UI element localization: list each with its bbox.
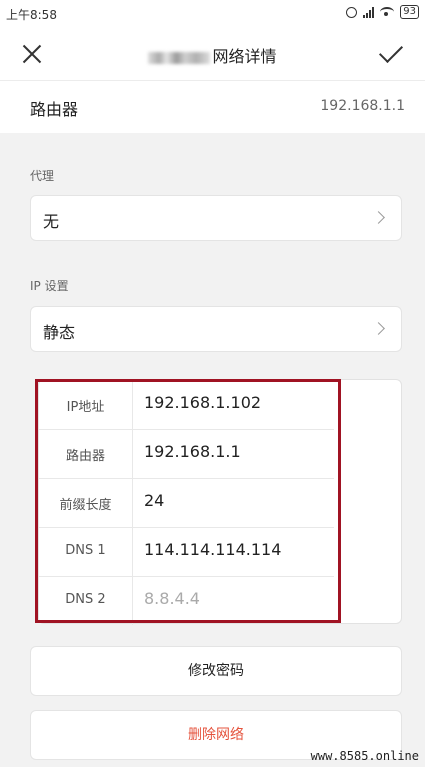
ip-address-label: IP地址	[66, 400, 105, 415]
ip-address-row[interactable]: IP地址 192.168.1.102	[39, 380, 334, 430]
chevron-right-icon	[372, 322, 385, 335]
router-label: 路由器	[30, 100, 79, 119]
dns1-row[interactable]: DNS 1 114.114.114.114	[39, 527, 334, 577]
prefix-length-row[interactable]: 前缀长度 24	[39, 478, 334, 528]
gateway-label: 路由器	[65, 449, 105, 464]
ip-settings-value: 静态	[43, 323, 76, 342]
proxy-label: 代理	[30, 169, 55, 183]
status-time: 上午8:58	[6, 8, 57, 22]
wifi-icon	[380, 7, 395, 17]
dns1-value[interactable]: 114.114.114.114	[144, 540, 281, 559]
ip-address-value[interactable]: 192.168.1.102	[144, 393, 261, 412]
router-row: 路由器 192.168.1.1	[0, 80, 425, 133]
ip-config-card: IP地址 192.168.1.102 路由器 192.168.1.1 前缀长度 …	[38, 379, 402, 625]
gateway-row[interactable]: 路由器 192.168.1.1	[39, 429, 334, 479]
battery-icon: 93	[400, 5, 419, 19]
ip-settings-select[interactable]: 静态	[30, 306, 402, 352]
confirm-button[interactable]	[378, 38, 409, 66]
prefix-length-value[interactable]: 24	[144, 491, 164, 510]
network-ssid-blurred	[148, 51, 211, 64]
page-title: 网络详情	[212, 47, 277, 66]
dns1-label: DNS 1	[65, 543, 106, 558]
chevron-right-icon	[372, 211, 385, 224]
signal-icon	[363, 6, 375, 18]
dns2-row[interactable]: DNS 2 8.8.4.4	[39, 576, 334, 625]
status-bar: 上午8:58 93	[0, 0, 425, 28]
watermark: www.8585.online	[310, 749, 419, 763]
ip-settings-label: IP 设置	[30, 279, 69, 293]
router-value: 192.168.1.1	[320, 98, 405, 114]
header: 网络详情	[0, 28, 425, 80]
proxy-select[interactable]: 无	[30, 195, 402, 241]
alarm-icon	[346, 6, 358, 18]
status-icons: 93	[346, 5, 419, 19]
proxy-value: 无	[43, 212, 60, 231]
gateway-value[interactable]: 192.168.1.1	[144, 442, 241, 461]
modify-password-button[interactable]: 修改密码	[30, 646, 402, 696]
prefix-length-label: 前缀长度	[59, 498, 112, 513]
dns2-label: DNS 2	[65, 592, 106, 607]
dns2-value[interactable]: 8.8.4.4	[144, 589, 200, 608]
header-title: 网络详情	[0, 43, 425, 67]
check-icon	[378, 38, 404, 64]
